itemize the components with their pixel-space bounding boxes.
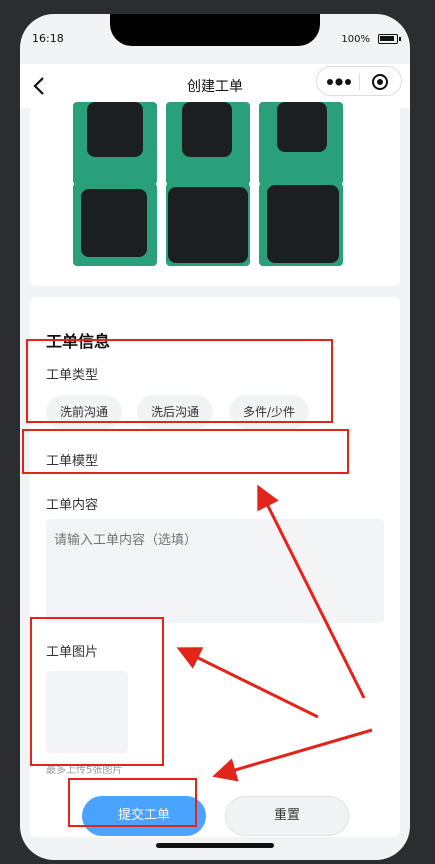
annotation-arrows [176, 484, 373, 782]
arrow-to-model [257, 484, 366, 699]
arrow-to-images [176, 647, 319, 719]
arrow-to-submit [212, 728, 373, 782]
